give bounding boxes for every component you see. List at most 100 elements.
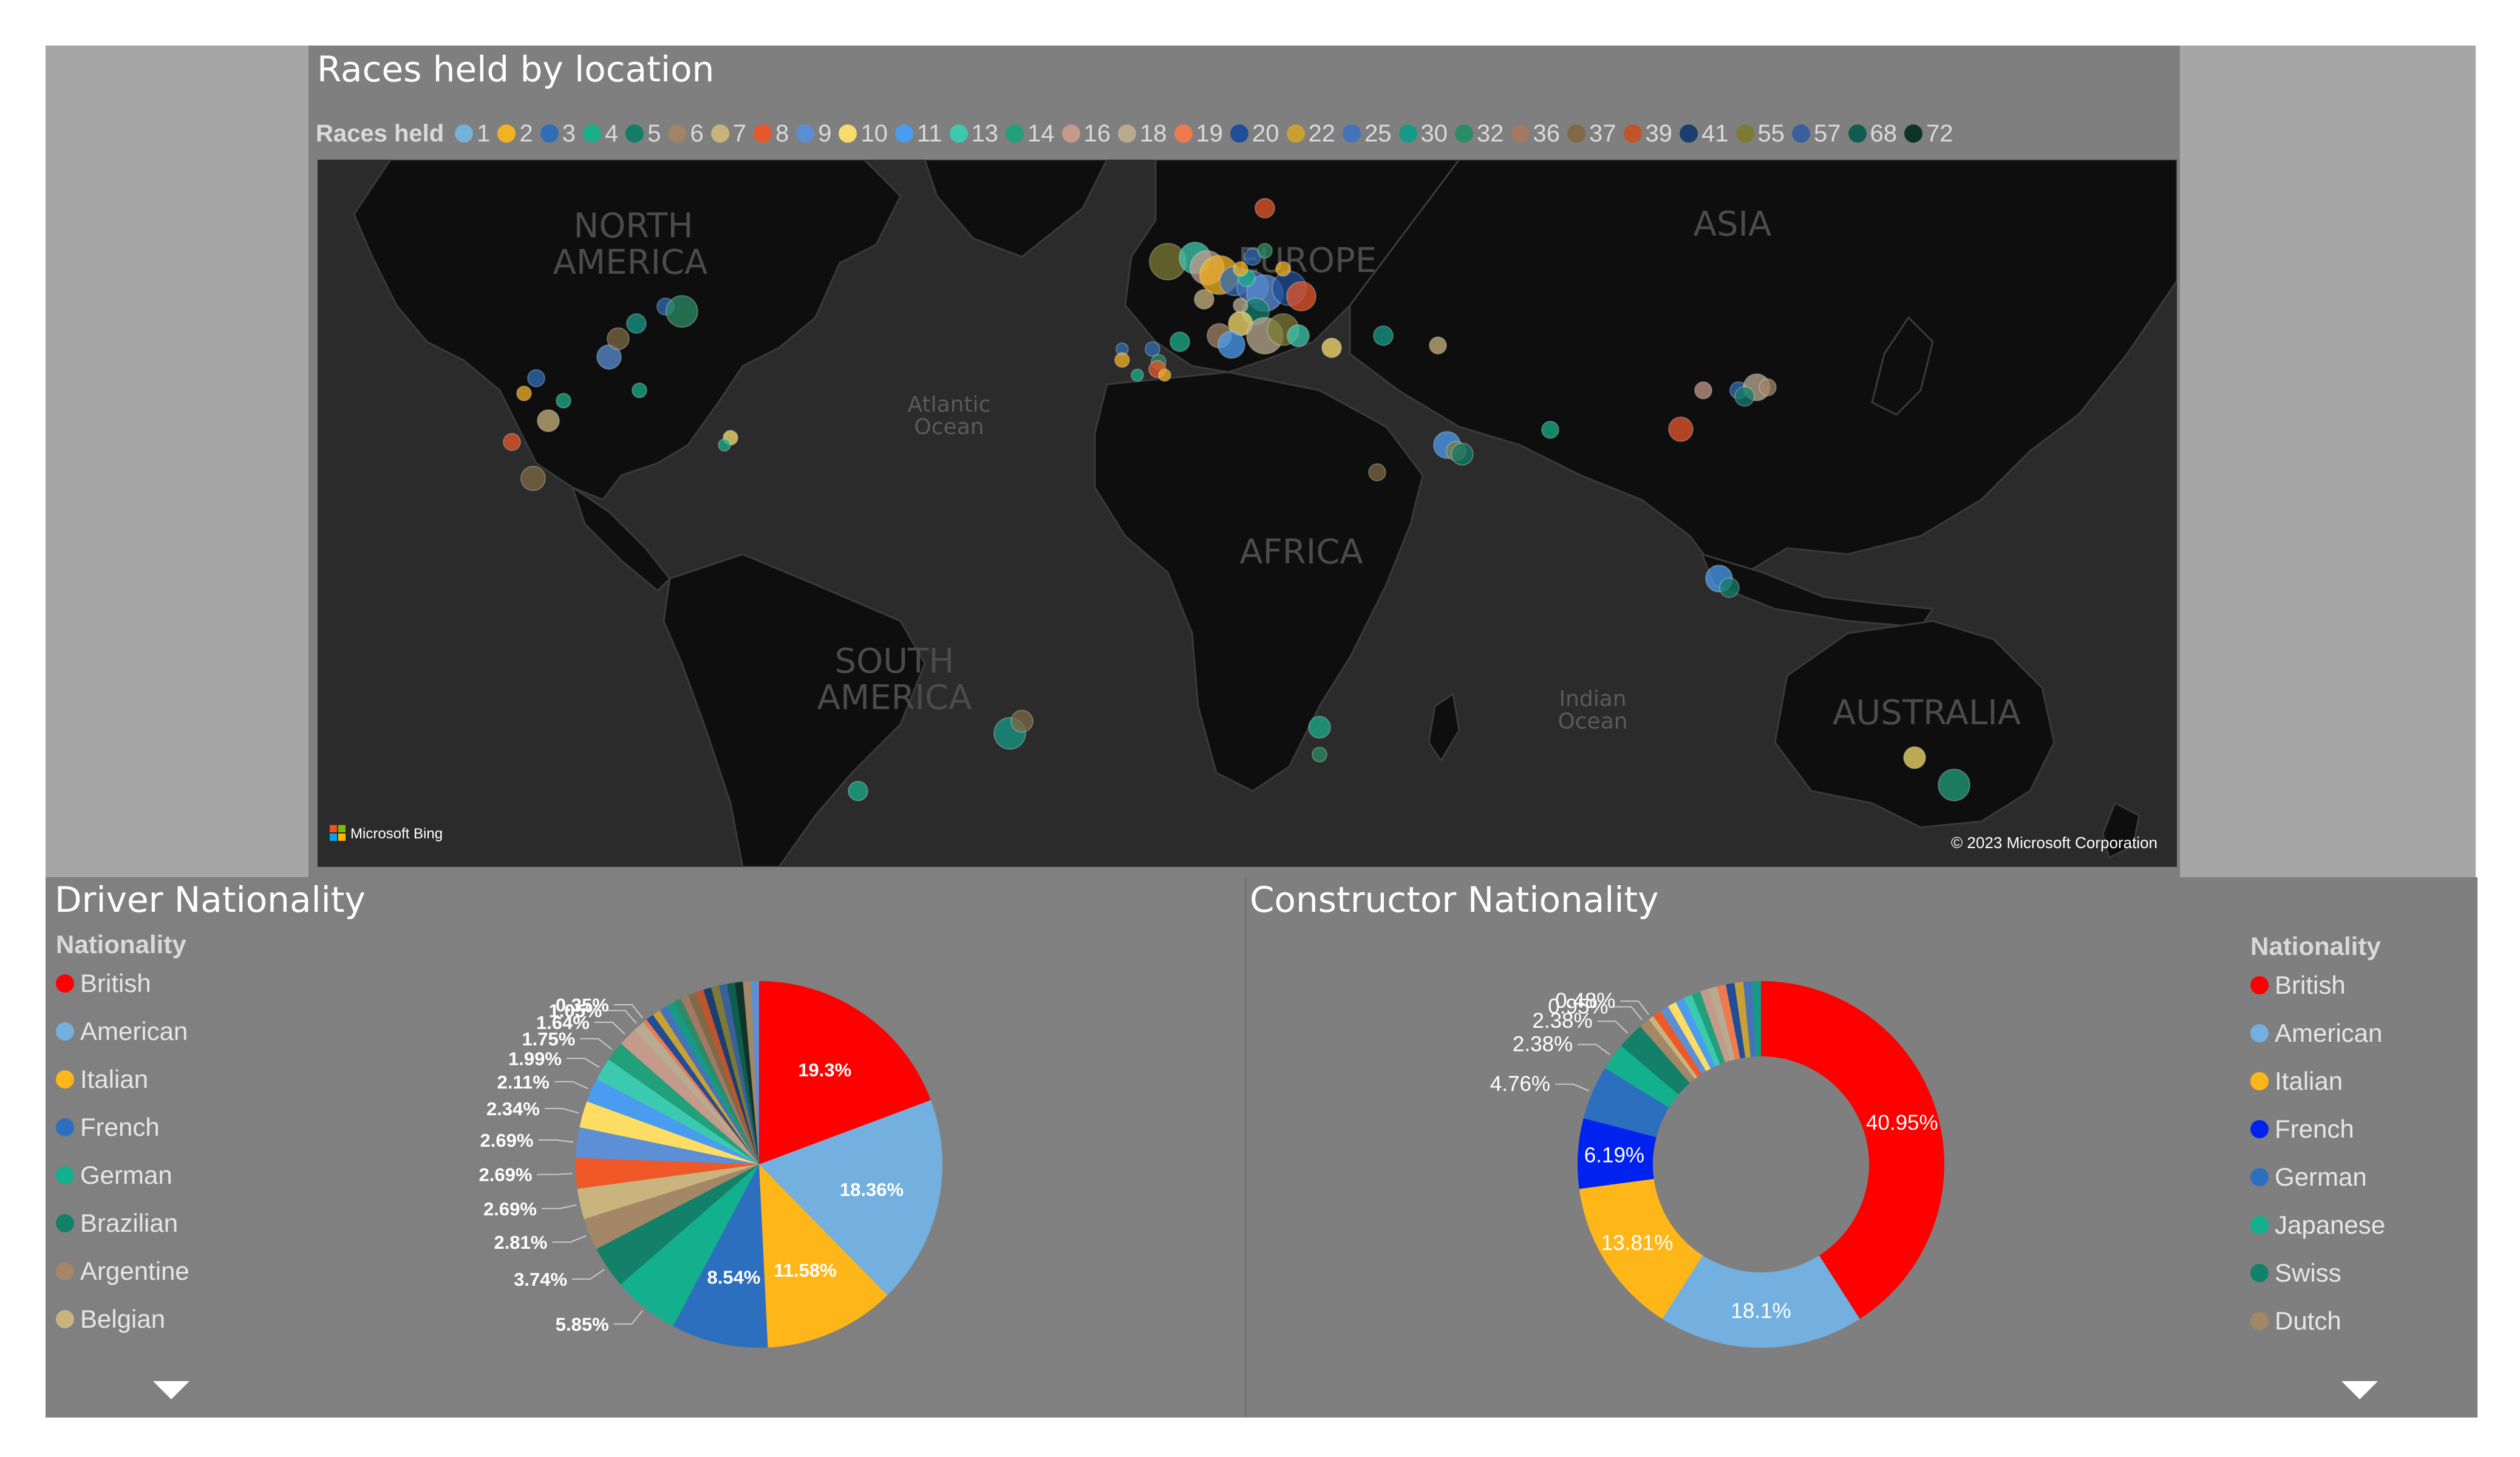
map-legend-item[interactable]: 39 [1623,120,1672,148]
legend-item[interactable]: American [56,1007,189,1055]
legend-item[interactable]: British [2250,961,2385,1009]
legend-item[interactable]: French [56,1103,189,1151]
chart-slice[interactable] [1761,981,1944,1319]
map-legend-item[interactable]: 9 [796,120,831,148]
race-location-bubble[interactable] [1287,324,1310,347]
race-location-bubble[interactable] [1734,386,1755,407]
map-legend-item[interactable]: 11 [894,120,942,148]
legend-item[interactable]: Italian [2250,1057,2385,1105]
legend-item[interactable]: French [2250,1105,2385,1153]
legend-item[interactable]: Dutch [2250,1297,2385,1345]
world-map[interactable]: NORTH AMERICA EUROPE ASIA AFRICA SOUTH A… [318,160,2177,867]
legend-item[interactable]: German [2250,1153,2385,1201]
race-location-bubble[interactable] [1170,331,1190,352]
map-legend-item[interactable]: 37 [1567,120,1616,148]
map-legend-item[interactable]: 7 [710,120,746,148]
race-location-bubble[interactable] [1321,338,1342,358]
race-location-bubble[interactable] [1255,198,1275,219]
race-location-bubble[interactable] [607,327,630,350]
legend-item[interactable]: British [56,959,189,1007]
race-location-bubble[interactable] [1541,421,1559,439]
constructor-legend-more-arrow[interactable] [2341,1381,2378,1399]
race-location-bubble[interactable] [1233,261,1248,277]
race-location-bubble[interactable] [527,369,545,387]
constructor-legend-title: Nationality [2250,932,2381,960]
map-legend-item[interactable]: 30 [1398,120,1448,148]
race-location-bubble[interactable] [626,313,647,334]
map-legend-item[interactable]: 72 [1904,120,1953,148]
map-legend-item[interactable]: 16 [1061,120,1111,148]
map-legend-item[interactable]: 68 [1848,120,1897,148]
legend-item[interactable]: Italian [56,1055,189,1103]
map-legend-item[interactable]: 18 [1118,120,1167,148]
race-location-bubble[interactable] [1131,368,1144,382]
race-location-bubble[interactable] [1308,716,1331,739]
map-legend-item[interactable]: 5 [625,120,661,148]
legend-item[interactable]: German [56,1151,189,1199]
map-legend-item[interactable]: 8 [753,120,789,148]
race-location-bubble[interactable] [1903,746,1926,769]
map-legend-item[interactable]: 4 [582,120,618,148]
race-location-bubble[interactable] [1217,331,1245,359]
race-location-bubble[interactable] [1286,281,1316,311]
map-legend-label: 41 [1701,120,1729,147]
map-legend-item[interactable]: 55 [1735,120,1785,148]
map-legend-item[interactable]: 10 [839,120,888,148]
driver-legend-more-arrow[interactable] [153,1381,189,1399]
race-location-bubble[interactable] [1010,710,1034,733]
race-location-bubble[interactable] [718,438,731,452]
race-location-bubble[interactable] [1312,747,1327,762]
race-location-bubble[interactable] [1158,368,1171,382]
legend-item[interactable]: Argentine [56,1247,189,1295]
legend-item[interactable]: American [2250,1009,2385,1057]
map-legend-item[interactable]: 25 [1343,120,1392,148]
legend-label: German [80,1160,172,1189]
race-location-bubble[interactable] [1368,463,1386,481]
slice-label: 0.35% [556,994,609,1016]
race-location-bubble[interactable] [503,433,521,451]
map-legend-item[interactable]: 2 [497,120,533,148]
map-legend-item[interactable]: 41 [1680,120,1729,148]
race-location-bubble[interactable] [1114,352,1130,368]
map-legend-item[interactable]: 22 [1286,120,1335,148]
race-location-bubble[interactable] [1194,289,1214,310]
race-location-bubble[interactable] [1257,243,1273,259]
slice-label: 19.3% [798,1059,851,1081]
race-location-bubble[interactable] [556,393,571,409]
legend-item[interactable]: Swiss [2250,1249,2385,1297]
map-legend-item[interactable]: 14 [1006,120,1055,148]
legend-item[interactable]: Brazilian [56,1199,189,1247]
map-legend-item[interactable]: 57 [1792,120,1841,148]
race-location-bubble[interactable] [520,466,546,491]
race-location-bubble[interactable] [666,295,698,328]
race-location-bubble[interactable] [1938,769,1970,801]
race-location-bubble[interactable] [1719,577,1740,598]
race-location-bubble[interactable] [632,382,647,398]
race-location-bubble[interactable] [1373,325,1394,346]
race-location-bubble[interactable] [1694,381,1712,399]
race-location-bubble[interactable] [1451,443,1474,466]
slice-label: 5.85% [556,1314,609,1335]
map-legend-item[interactable]: 20 [1230,120,1279,148]
map-legend-item[interactable]: 1 [455,120,490,148]
race-location-bubble[interactable] [1275,261,1291,277]
race-location-bubble[interactable] [1429,336,1447,355]
map-legend-item[interactable]: 3 [540,120,576,148]
race-location-bubble[interactable] [1668,416,1694,442]
legend-swatch [582,124,601,143]
legend-item[interactable]: Belgian [56,1295,189,1343]
race-location-bubble[interactable] [1233,297,1248,313]
legend-swatch [2250,1311,2269,1330]
map-legend-item[interactable]: 13 [949,120,998,148]
race-location-bubble[interactable] [537,409,560,432]
map-legend-label: 10 [860,120,888,147]
race-location-bubble[interactable] [848,781,868,801]
map-legend-item[interactable]: 19 [1174,120,1223,148]
map-legend-item[interactable]: 6 [668,120,704,148]
legend-item[interactable]: Japanese [2250,1201,2385,1249]
map-copyright: © 2023 Microsoft Corporation [1951,834,2157,852]
race-location-bubble[interactable] [1759,378,1777,396]
map-legend-item[interactable]: 32 [1455,120,1504,148]
race-location-bubble[interactable] [516,385,532,401]
map-legend-item[interactable]: 36 [1511,120,1560,148]
